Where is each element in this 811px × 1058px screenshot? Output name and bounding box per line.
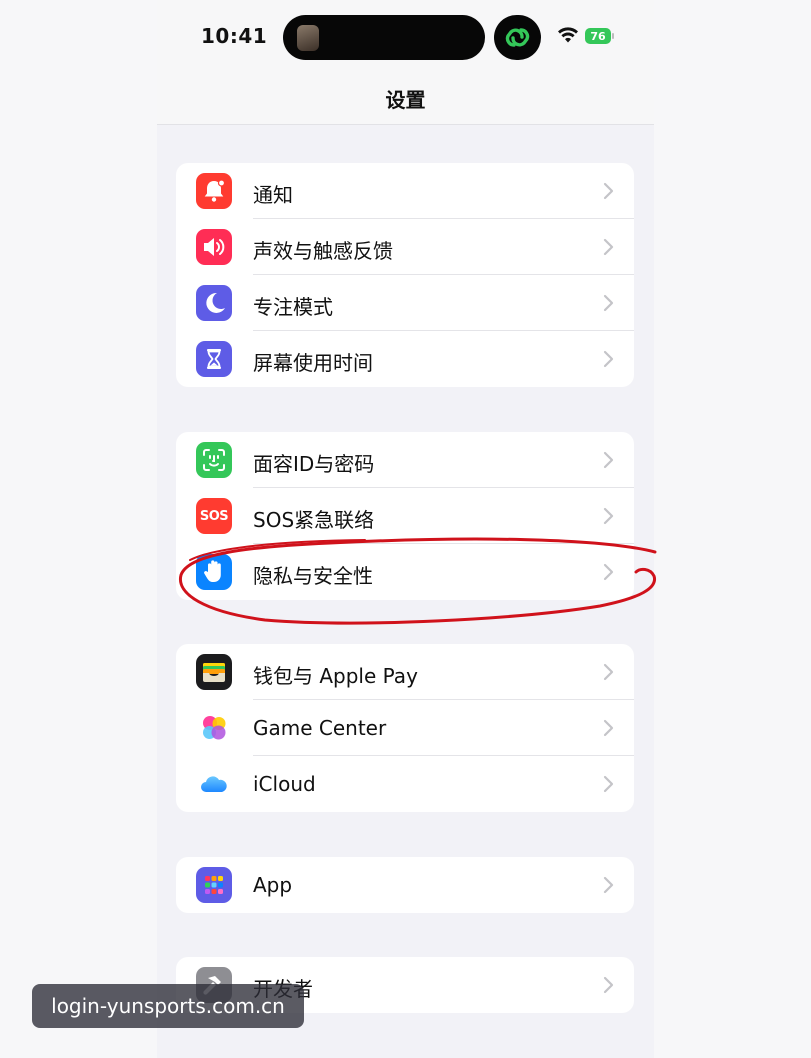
settings-item-privacy-security[interactable]: 隐私与安全性 — [176, 544, 634, 600]
settings-item-emergency-sos[interactable]: SOS SOS紧急联络 — [176, 488, 634, 544]
navigation-bar: 设置 — [157, 72, 654, 125]
battery-indicator: 76 — [585, 26, 614, 46]
hand-icon — [196, 554, 232, 590]
settings-item-game-center[interactable]: Game Center — [176, 700, 634, 756]
chevron-right-icon — [603, 719, 614, 737]
settings-group-system: 通知 声效与触感反馈 专注模式 屏幕使用时间 — [176, 163, 634, 387]
wallet-icon — [196, 654, 232, 690]
settings-item-apps[interactable]: App — [176, 857, 634, 913]
settings-group-accounts: 钱包与 Apple Pay Game Center iCloud — [176, 644, 634, 812]
now-playing-thumbnail — [297, 25, 319, 51]
link-rings-icon — [505, 28, 530, 47]
game-center-icon — [196, 710, 232, 746]
chevron-right-icon — [603, 182, 614, 200]
bell-icon — [196, 173, 232, 209]
settings-item-label: 钱包与 Apple Pay — [253, 664, 418, 688]
watermark: login-yunsports.com.cn — [32, 984, 304, 1028]
sos-icon-text: SOS — [199, 508, 229, 524]
sos-icon: SOS — [196, 498, 232, 534]
face-id-icon — [196, 442, 232, 478]
chevron-right-icon — [603, 663, 614, 681]
settings-item-label: Game Center — [253, 716, 387, 740]
settings-item-label: SOS紧急联络 — [253, 508, 375, 532]
settings-item-sounds-haptics[interactable]: 声效与触感反馈 — [176, 219, 634, 275]
chevron-right-icon — [603, 507, 614, 525]
settings-item-screen-time[interactable]: 屏幕使用时间 — [176, 331, 634, 387]
chevron-right-icon — [603, 451, 614, 469]
live-activity-bubble[interactable] — [494, 15, 541, 60]
battery-cap — [612, 33, 614, 39]
settings-item-label: 面容ID与密码 — [253, 452, 375, 476]
page-title: 设置 — [385, 88, 426, 112]
settings-item-label: 屏幕使用时间 — [253, 351, 373, 375]
wifi-icon — [558, 27, 578, 43]
chevron-right-icon — [603, 238, 614, 256]
settings-item-label: 通知 — [253, 183, 293, 207]
settings-item-wallet-apple-pay[interactable]: 钱包与 Apple Pay — [176, 644, 634, 700]
chevron-right-icon — [603, 976, 614, 994]
screenshot-canvas: 10:41 76 设置 通知 声效与触感反馈 专注模式 屏幕使用时间 面容ID与… — [0, 0, 811, 1058]
settings-item-label: 声效与触感反馈 — [253, 239, 393, 263]
phone-screen: 10:41 76 设置 通知 声效与触感反馈 专注模式 屏幕使用时间 面容ID与… — [157, 0, 654, 1058]
chevron-right-icon — [603, 876, 614, 894]
settings-item-focus[interactable]: 专注模式 — [176, 275, 634, 331]
status-bar: 10:41 76 — [157, 0, 654, 72]
settings-item-label: App — [253, 873, 293, 897]
settings-item-label: 隐私与安全性 — [253, 564, 373, 588]
dynamic-island[interactable] — [283, 15, 485, 60]
settings-group-security: 面容ID与密码 SOS SOS紧急联络 隐私与安全性 — [176, 432, 634, 600]
settings-item-label: 专注模式 — [253, 295, 333, 319]
settings-item-notifications[interactable]: 通知 — [176, 163, 634, 219]
settings-item-label: iCloud — [253, 772, 316, 796]
settings-group-apps: App — [176, 857, 634, 913]
settings-item-face-id-passcode[interactable]: 面容ID与密码 — [176, 432, 634, 488]
settings-item-icloud[interactable]: iCloud — [176, 756, 634, 812]
chevron-right-icon — [603, 350, 614, 368]
hourglass-icon — [196, 341, 232, 377]
chevron-right-icon — [603, 775, 614, 793]
status-time: 10:41 — [201, 24, 268, 48]
cloud-icon — [196, 766, 232, 802]
speaker-icon — [196, 229, 232, 265]
app-grid-icon — [196, 867, 232, 903]
battery-level: 76 — [585, 28, 611, 44]
moon-icon — [196, 285, 232, 321]
chevron-right-icon — [603, 294, 614, 312]
chevron-right-icon — [603, 563, 614, 581]
